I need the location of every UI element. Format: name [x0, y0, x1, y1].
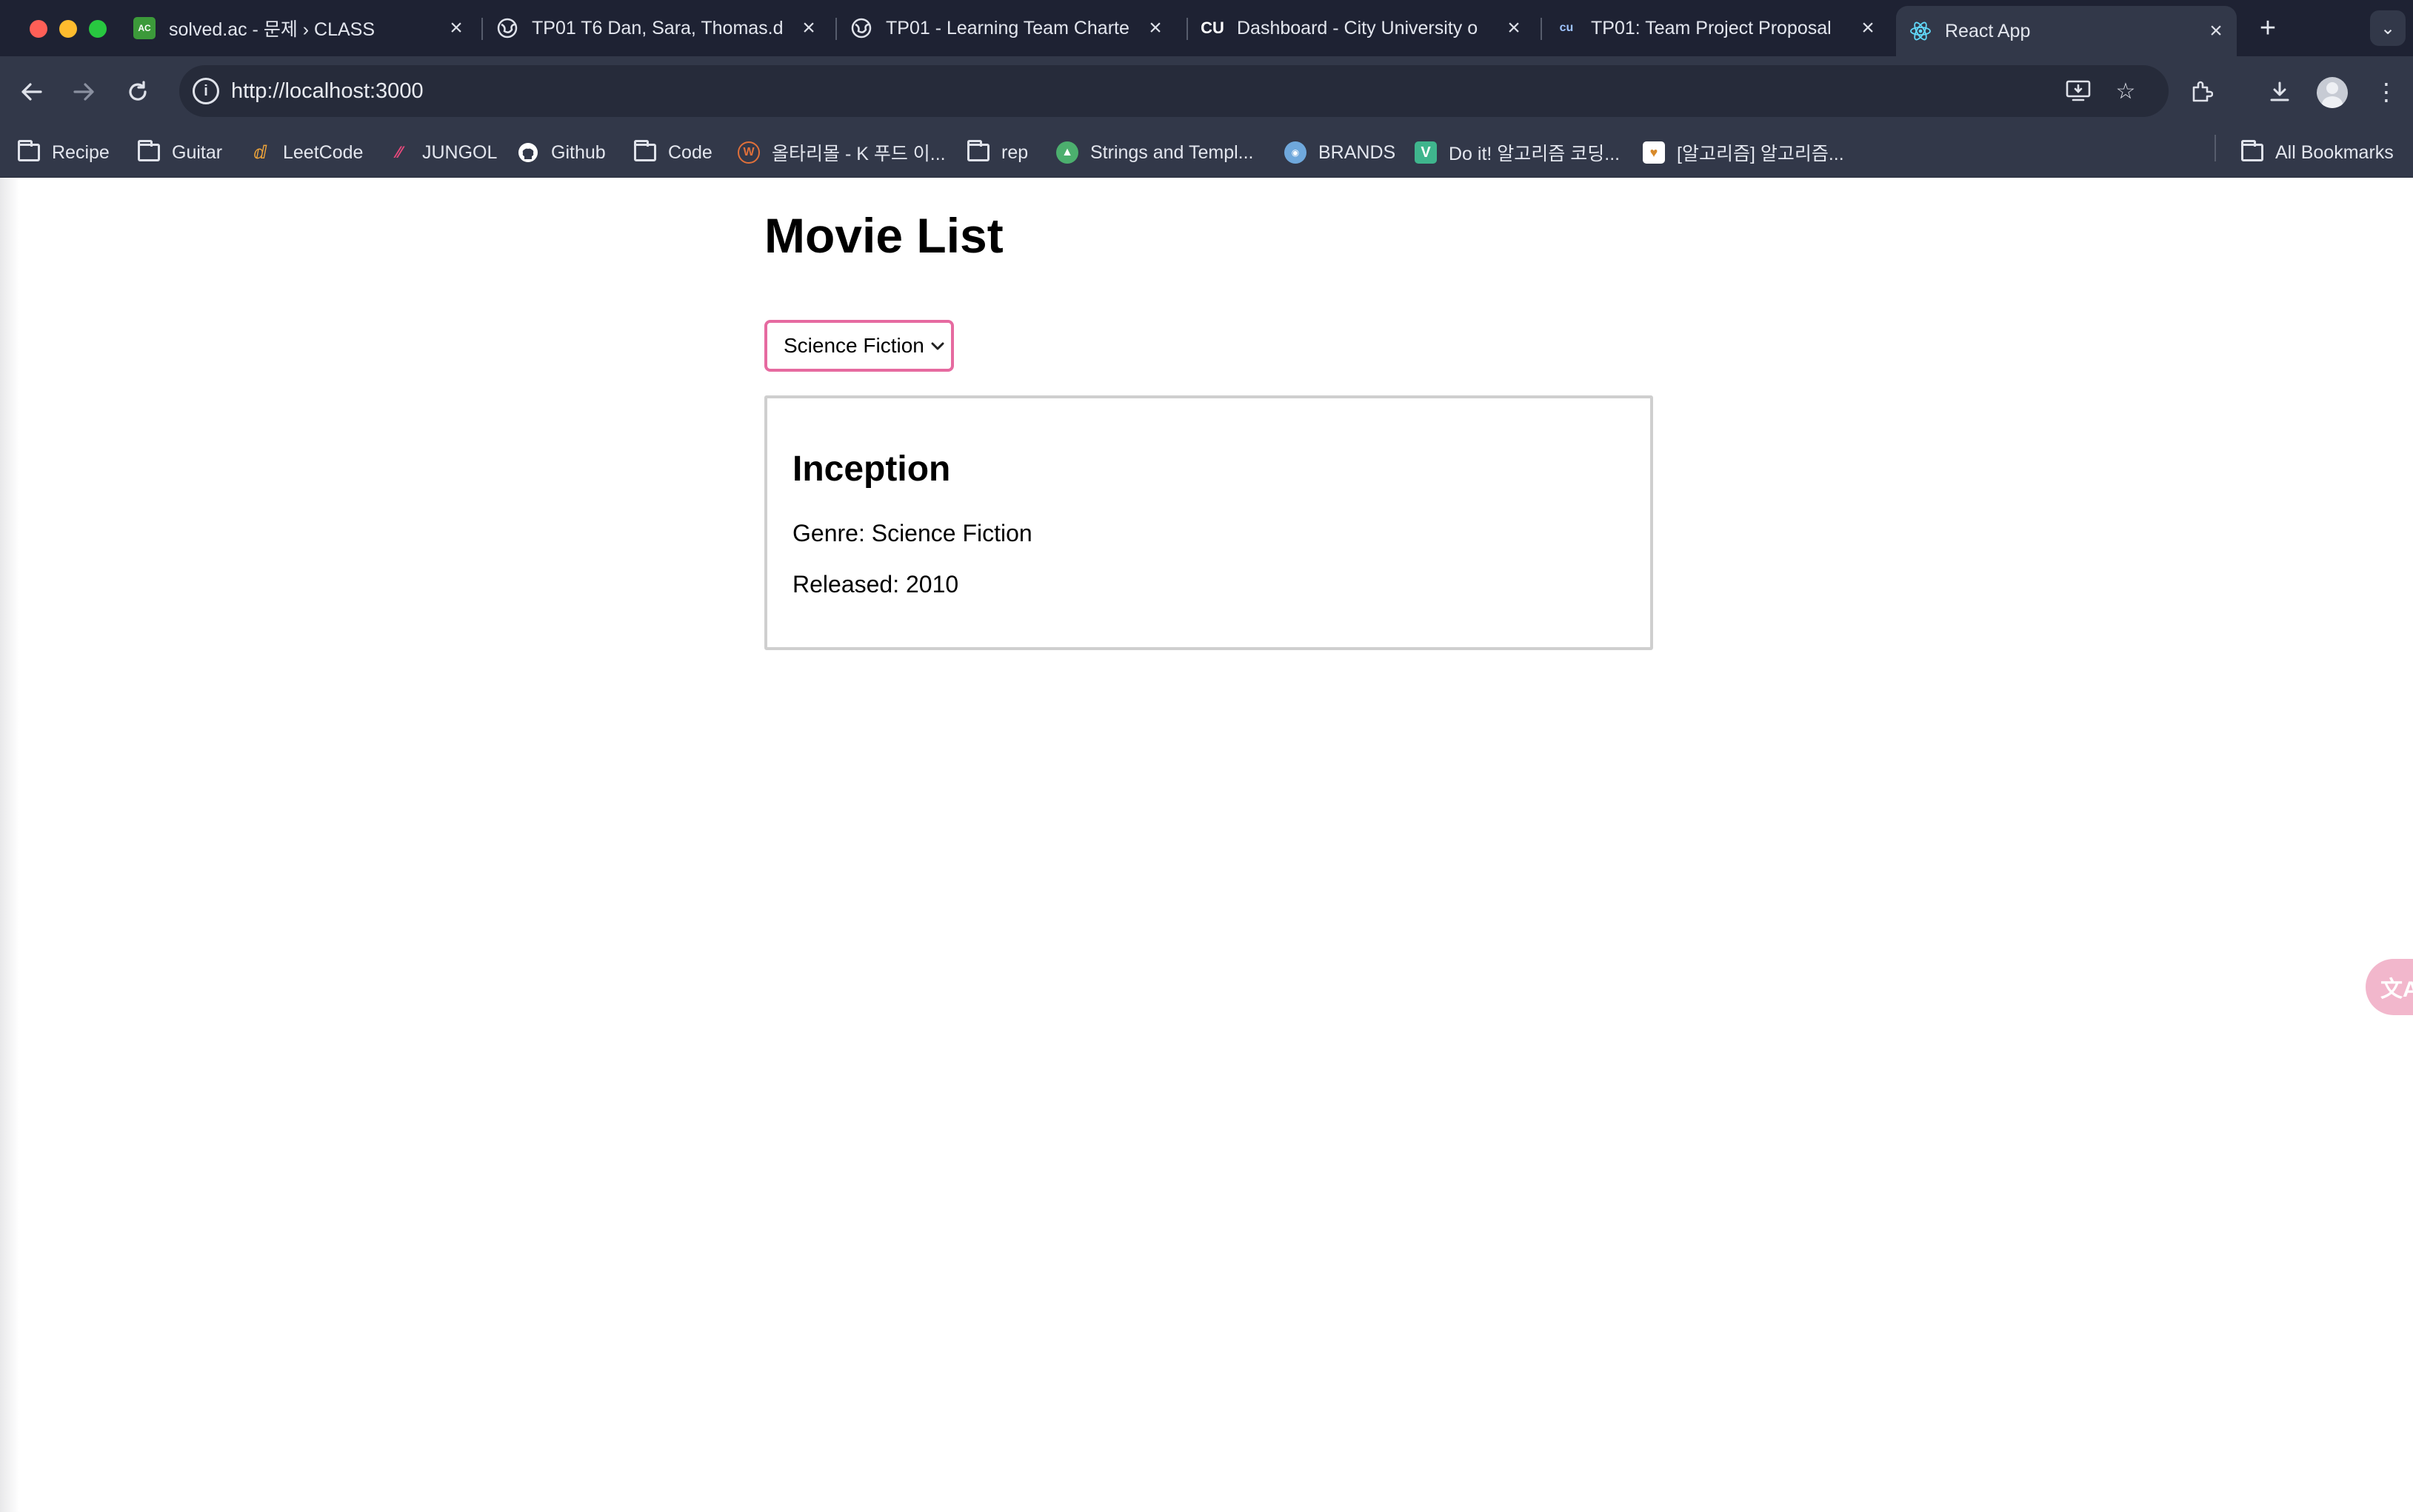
forward-button[interactable] [67, 74, 102, 110]
github-icon [517, 141, 539, 164]
genre-select-value: Science Fiction [784, 334, 924, 357]
translate-icon[interactable]: 文A [2366, 959, 2413, 1015]
bookmark-label: Strings and Templ... [1090, 141, 1254, 163]
tab-title: Dashboard - City University o [1237, 17, 1478, 39]
globe-icon [496, 17, 518, 39]
tab-title: TP01 T6 Dan, Sara, Thomas.d [532, 17, 784, 39]
bookmark-label: rep [1001, 141, 1029, 163]
globe-icon [850, 17, 872, 39]
tab-title: solved.ac - 문제 › CLASS [169, 19, 376, 40]
url-text[interactable]: http://localhost:3000 [231, 79, 424, 104]
tab-search-button[interactable]: ⌄ [2370, 10, 2406, 46]
arrow-left-icon [21, 83, 42, 101]
bookmarks-bar: Recipe Guitar ⅆ LeetCode ⁄⁄ JUNGOL Githu… [0, 127, 2413, 178]
extensions-icon[interactable] [2183, 74, 2219, 110]
window-minimize-button[interactable] [59, 20, 77, 38]
reload-icon [129, 81, 147, 101]
address-bar[interactable]: i http://localhost:3000 ☆ [179, 65, 2169, 117]
bookmark-label: Do it! 알고리즘 코딩... [1449, 144, 1621, 164]
bookmark-star-icon[interactable]: ☆ [2111, 76, 2140, 106]
bookmark-olta[interactable]: W 올타리몰 - K 푸드 이... [738, 136, 946, 169]
bookmark-label: BRANDS [1318, 141, 1396, 163]
chevron-down-icon [930, 339, 945, 356]
viewport-edge-shadow [0, 178, 19, 1512]
close-icon[interactable]: × [1142, 15, 1169, 41]
bookmark-doit-algorithm[interactable]: V Do it! 알고리즘 코딩... [1415, 136, 1620, 169]
bookmark-leetcode[interactable]: ⅆ LeetCode [249, 136, 363, 169]
back-button[interactable] [13, 74, 49, 110]
tab-title: TP01: Team Project Proposal [1591, 17, 1832, 39]
cu-icon: cu [1559, 21, 1574, 34]
close-icon[interactable]: × [1501, 15, 1527, 41]
page-viewport: Movie List Science Fiction Inception Gen… [0, 178, 2413, 1512]
close-icon[interactable]: × [795, 15, 822, 41]
genre-select[interactable]: Science Fiction [764, 320, 954, 372]
bookmark-label: Github [551, 141, 606, 163]
close-icon[interactable]: × [2203, 18, 2229, 44]
download-icon[interactable] [2262, 74, 2297, 110]
bookmark-guitar[interactable]: Guitar [138, 136, 222, 169]
tab-tp01-t6[interactable]: TP01 T6 Dan, Sara, Thomas.d × [496, 6, 822, 50]
bookmark-label: All Bookmarks [2275, 141, 2394, 163]
folder-icon [2241, 140, 2263, 164]
folder-icon [138, 140, 160, 164]
bookmark-label: JUNGOL [422, 141, 498, 163]
react-icon [1909, 20, 1932, 42]
bookmark-label: Code [668, 141, 712, 163]
bookmark-algorithm-blog[interactable]: ♥ [알고리즘] 알고리즘... [1643, 136, 1844, 169]
window-zoom-button[interactable] [89, 20, 107, 38]
close-icon[interactable]: × [443, 15, 470, 41]
tab-solved-ac[interactable]: AC solved.ac - 문제 › CLASS × [133, 6, 470, 50]
folder-icon [18, 140, 40, 164]
bookmark-label: 올타리몰 - K 푸드 이... [772, 144, 946, 164]
triangle-icon: ▲ [1056, 141, 1078, 164]
bookmark-code[interactable]: Code [634, 136, 712, 169]
jungol-icon: ⁄⁄ [396, 143, 402, 161]
bookmark-strings-templates[interactable]: ▲ Strings and Templ... [1056, 136, 1253, 169]
brands-icon: ◉ [1284, 141, 1306, 164]
bookmark-jungol[interactable]: ⁄⁄ JUNGOL [388, 136, 497, 169]
profile-avatar[interactable] [2317, 77, 2348, 108]
movie-title: Inception [792, 449, 951, 489]
w-circle-icon: W [738, 141, 760, 164]
tab-tp01-proposal[interactable]: cu TP01: Team Project Proposal × [1555, 6, 1881, 50]
tab-title: React App [1945, 20, 2031, 41]
all-bookmarks[interactable]: All Bookmarks [2241, 136, 2394, 169]
browser-toolbar: i http://localhost:3000 ☆ ⋮ [0, 56, 2413, 127]
tab-title: TP01 - Learning Team Charte [886, 17, 1129, 39]
solved-ac-icon: AC [133, 17, 156, 39]
install-app-icon[interactable] [2063, 76, 2093, 106]
arrow-right-icon [73, 83, 94, 101]
folder-icon [634, 140, 656, 164]
bookmark-rep[interactable]: rep [967, 136, 1028, 169]
bookmark-label: Recipe [52, 141, 110, 163]
movie-released: Released: 2010 [792, 571, 959, 598]
chevron-down-icon: ⌄ [2380, 18, 2396, 39]
folder-icon [967, 140, 989, 164]
more-menu-icon[interactable]: ⋮ [2369, 74, 2404, 110]
page-title: Movie List [764, 208, 1004, 263]
cu-icon: CU [1201, 19, 1224, 37]
window-close-button[interactable] [30, 20, 47, 38]
bookmark-label: [알고리즘] 알고리즘... [1677, 144, 1844, 164]
close-icon[interactable]: × [1855, 15, 1881, 41]
new-tab-button[interactable]: + [2252, 12, 2284, 44]
bookmark-brands[interactable]: ◉ BRANDS [1284, 136, 1395, 169]
leetcode-icon: ⅆ [253, 142, 267, 163]
site-info-icon[interactable]: i [193, 78, 219, 104]
tab-strip: AC solved.ac - 문제 › CLASS × TP01 T6 Dan,… [0, 0, 2413, 56]
bookmark-recipe[interactable]: Recipe [18, 136, 110, 169]
bookmark-github[interactable]: Github [517, 136, 606, 169]
movie-genre: Genre: Science Fiction [792, 520, 1032, 546]
movie-card: Inception Genre: Science Fiction Release… [764, 395, 1653, 650]
tab-react-app[interactable]: React App × [1896, 6, 2237, 56]
v-icon: V [1415, 141, 1437, 164]
bookmark-label: LeetCode [283, 141, 364, 163]
book-icon: ♥ [1643, 141, 1665, 164]
tab-dashboard[interactable]: CU Dashboard - City University o × [1201, 6, 1527, 50]
bookmarks-divider [2215, 135, 2216, 161]
reload-button[interactable] [120, 74, 156, 110]
tab-tp01-charter[interactable]: TP01 - Learning Team Charte × [850, 6, 1169, 50]
bookmark-label: Guitar [172, 141, 223, 163]
